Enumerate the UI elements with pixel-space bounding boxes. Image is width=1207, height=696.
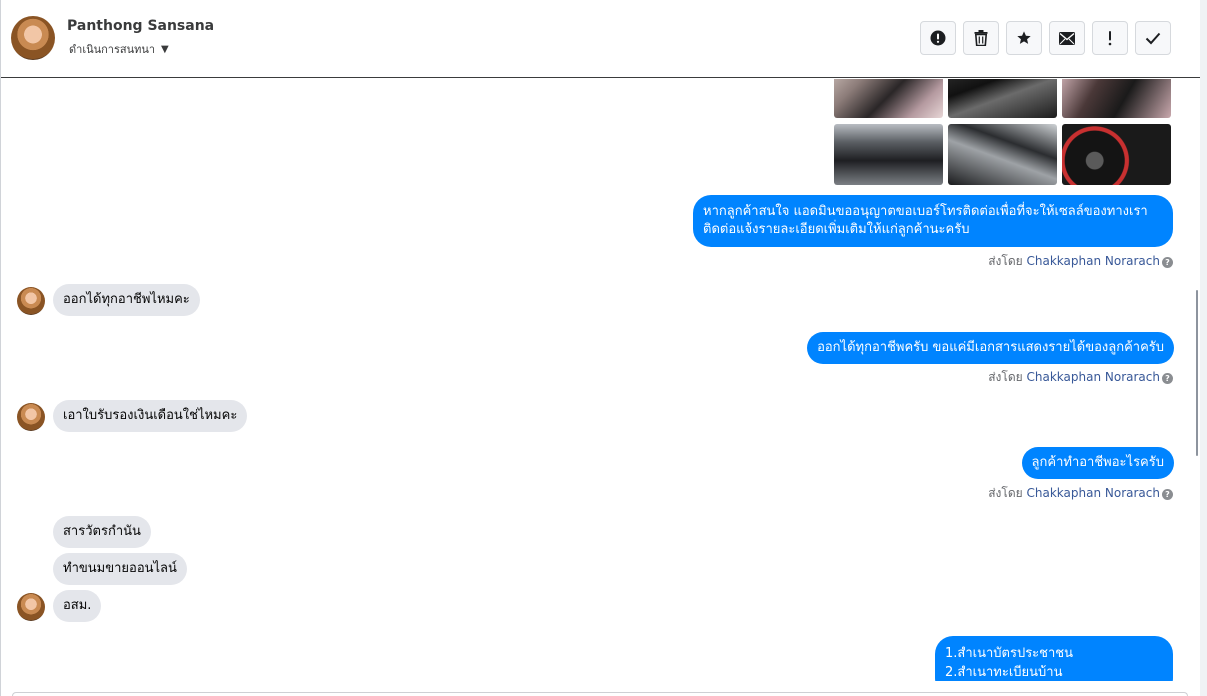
mark-unread-button[interactable] [1049, 21, 1085, 55]
sent-by-label: ส่งโดย Chakkaphan Norarach? [988, 484, 1173, 503]
car-photo-thumbnail[interactable] [1062, 124, 1171, 185]
star-button[interactable] [1006, 21, 1042, 55]
exclamation-icon [1108, 31, 1112, 46]
car-photo-thumbnail[interactable] [834, 124, 943, 185]
star-icon [1017, 31, 1031, 44]
outgoing-message[interactable]: 1.สำเนาบัตรประชาชน 2.สำเนาทะเบียนบ้าน [935, 636, 1173, 681]
sent-by-prefix: ส่งโดย [988, 486, 1023, 500]
car-photo-thumbnail[interactable] [948, 79, 1057, 118]
sent-by-agent[interactable]: Chakkaphan Norarach [1027, 370, 1160, 384]
checkmark-icon [1145, 32, 1161, 44]
conversation-actions-dropdown[interactable]: ดำเนินการสนทนา ▼ [69, 40, 169, 54]
caret-down-icon: ▼ [161, 44, 169, 54]
incoming-message[interactable]: สารวัตรกำนัน [53, 516, 151, 548]
incoming-message[interactable]: ออกได้ทุกอาชีพไหมคะ [53, 284, 200, 316]
message-line: 1.สำเนาบัตรประชาชน [945, 646, 1073, 661]
mark-spam-button[interactable] [920, 21, 956, 55]
message-thread[interactable]: หากลูกค้าสนใจ แอดมินขออนุญาตขอเบอร์โทรติ… [1, 79, 1200, 681]
question-icon[interactable]: ? [1162, 373, 1173, 384]
sent-by-prefix: ส่งโดย [988, 254, 1023, 268]
scroll-track[interactable] [1200, 0, 1207, 696]
contact-avatar[interactable] [17, 403, 45, 431]
envelope-icon [1059, 31, 1075, 45]
conversation-actions-label: ดำเนินการสนทนา [69, 43, 156, 54]
outgoing-message[interactable]: ออกได้ทุกอาชีพครับ ขอแค่มีเอกสารแสดงรายไ… [807, 332, 1174, 364]
car-photo-thumbnail[interactable] [948, 124, 1057, 185]
contact-avatar[interactable] [17, 593, 45, 621]
incoming-message[interactable]: อสม. [53, 590, 102, 622]
sent-by-agent[interactable]: Chakkaphan Norarach [1027, 486, 1160, 500]
scrollbar-thumb[interactable] [1196, 290, 1198, 456]
alert-circle-icon [930, 30, 946, 46]
contact-avatar[interactable] [11, 16, 55, 60]
sent-by-label: ส่งโดย Chakkaphan Norarach? [988, 368, 1173, 387]
sent-by-prefix: ส่งโดย [988, 370, 1023, 384]
outgoing-message[interactable]: หากลูกค้าสนใจ แอดมินขออนุญาตขอเบอร์โทรติ… [693, 195, 1173, 247]
trash-icon [974, 30, 988, 46]
mark-done-button[interactable] [1135, 21, 1171, 55]
conversation-header: Panthong Sansana ดำเนินการสนทนา ▼ [1, 0, 1200, 78]
sent-by-label: ส่งโดย Chakkaphan Norarach? [988, 252, 1173, 271]
question-icon[interactable]: ? [1162, 489, 1173, 500]
message-line: 2.สำเนาทะเบียนบ้าน [945, 665, 1063, 680]
outgoing-message[interactable]: ลูกค้าทำอาชีพอะไรครับ [1021, 447, 1174, 479]
contact-avatar[interactable] [17, 287, 45, 315]
car-photo-thumbnail[interactable] [1062, 79, 1171, 118]
car-photo-thumbnail[interactable] [834, 79, 943, 118]
incoming-message[interactable]: ทำขนมขายออนไลน์ [53, 553, 187, 585]
sent-by-agent[interactable]: Chakkaphan Norarach [1027, 254, 1160, 268]
follow-up-button[interactable] [1092, 21, 1128, 55]
contact-name[interactable]: Panthong Sansana [67, 18, 214, 34]
message-composer[interactable] [12, 692, 1188, 696]
delete-button[interactable] [963, 21, 999, 55]
question-icon[interactable]: ? [1162, 257, 1173, 268]
incoming-message[interactable]: เอาใบรับรองเงินเดือนใช่ไหมคะ [53, 400, 248, 432]
